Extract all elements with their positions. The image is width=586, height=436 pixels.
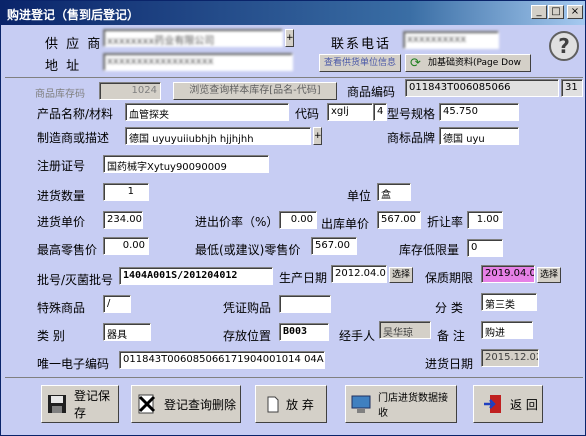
query-delete-button-label: 登记查询删除 <box>164 397 237 412</box>
remark-field[interactable]: 购进 <box>481 321 533 339</box>
stock-code-field: 1024 <box>99 82 161 100</box>
handler-field[interactable]: 吴华琼 <box>379 321 431 339</box>
blank-page-icon <box>266 393 280 415</box>
special-label: 特殊商品 <box>37 301 86 315</box>
maximize-icon[interactable]: □ <box>548 5 564 19</box>
divider <box>5 377 583 378</box>
category-field[interactable]: 第三类 <box>481 293 537 311</box>
divider <box>5 77 583 78</box>
product-name-field[interactable]: 血管探夹 <box>125 103 289 121</box>
expiry-label: 保质期限 <box>425 271 474 285</box>
purchase-date-label: 进货日期 <box>425 357 474 371</box>
supplier-field[interactable]: xxxxxxxx药业有限公司 <box>103 29 283 47</box>
add-basic-data-label: 加基础资料(Page Dow <box>428 58 521 68</box>
help-icon[interactable]: ? <box>549 31 579 61</box>
exit-door-icon <box>482 393 504 415</box>
production-date-field[interactable]: 2012.04.01 <box>331 265 387 283</box>
close-icon[interactable]: × <box>567 5 583 19</box>
brand-field[interactable]: 德国 uyu <box>439 127 519 145</box>
purchase-price-label: 进货单价 <box>37 215 86 229</box>
supplier-dropdown-button[interactable]: + <box>285 29 294 47</box>
markup-field[interactable]: 0.00 <box>279 211 317 229</box>
markup-label: 进出价率（%） <box>195 215 279 229</box>
quantity-field[interactable]: 1 <box>103 183 149 201</box>
view-supplier-button[interactable]: 查看供货单位信息 <box>319 54 401 72</box>
batch-field[interactable]: 1404A001S/201204012 <box>119 267 273 285</box>
brand-label: 商标品牌 <box>387 131 436 145</box>
registration-label: 注册证号 <box>37 159 86 173</box>
address-label: 地 址 <box>45 59 82 74</box>
select-production-date-button[interactable]: 选择 <box>389 267 413 283</box>
store-data-receive-button[interactable]: 门店进货数据接收 <box>345 385 457 423</box>
out-price-label: 出库单价 <box>321 217 370 231</box>
min-stock-field[interactable]: 0 <box>467 239 503 257</box>
kind-label: 类 别 <box>37 329 65 343</box>
kind-field[interactable]: 器具 <box>103 323 151 341</box>
delete-document-icon <box>136 393 158 415</box>
registration-field[interactable]: 国药械字Xytuy90090009 <box>103 155 269 173</box>
product-code-extra-field: 31 <box>561 79 583 97</box>
spec-field[interactable]: 45.750 <box>439 103 519 121</box>
address-field[interactable]: xxxxxxxxxxxxxxxxxx <box>103 53 293 71</box>
product-code-field[interactable]: 011843T006085066 <box>405 79 559 97</box>
code-label: 代码 <box>295 107 320 121</box>
out-price-field[interactable]: 567.00 <box>377 211 421 229</box>
store-data-receive-button-label: 门店进货数据接收 <box>378 393 448 419</box>
unit-label: 单位 <box>347 189 372 203</box>
min-retail-label: 最低(或建议)零售价 <box>195 243 301 257</box>
purchase-registration-window: 购进登记（售到后登记） _ □ × 供 应 商 xxxxxxxx药业有限公司 +… <box>0 0 586 436</box>
floppy-disk-icon <box>46 393 68 415</box>
location-label: 存放位置 <box>223 329 272 343</box>
remark-label: 备 注 <box>437 329 465 343</box>
code-field[interactable]: xglj <box>327 103 373 121</box>
save-button[interactable]: 登记保存 <box>41 385 119 423</box>
udi-field[interactable]: 011843T006085066171904001014 04A <box>119 351 325 369</box>
window-title: 购进登记（售到后登记） <box>7 8 140 22</box>
back-button-label: 返 回 <box>510 397 538 412</box>
minimize-icon[interactable]: _ <box>531 5 547 19</box>
production-date-label: 生产日期 <box>279 271 328 285</box>
maker-dropdown-button[interactable]: + <box>313 127 322 145</box>
special-field[interactable]: / <box>103 295 131 313</box>
discard-button[interactable]: 放 弃 <box>255 385 327 423</box>
supplier-label: 供 应 商 <box>45 37 103 52</box>
discount-label: 折让率 <box>427 215 464 229</box>
expiry-field[interactable]: 2019.04.01 <box>481 265 535 283</box>
refresh-icon: ⟳ <box>410 56 421 71</box>
stock-code-label: 商品库存码 <box>35 89 85 100</box>
max-retail-label: 最高零售价 <box>37 243 98 257</box>
phone-label: 联系电话 <box>331 37 392 52</box>
discount-field[interactable]: 1.00 <box>467 211 503 229</box>
spec-label: 型号规格 <box>387 107 436 121</box>
voucher-label: 凭证购品 <box>223 301 272 315</box>
max-retail-field[interactable]: 0.00 <box>103 237 149 255</box>
discard-button-label: 放 弃 <box>286 397 314 412</box>
title-bar: 购进登记（售到后登记） _ □ × <box>1 1 585 25</box>
maker-label: 制造商或描述 <box>37 131 110 145</box>
back-button[interactable]: 返 回 <box>473 385 543 423</box>
location-field[interactable]: B003 <box>279 323 329 341</box>
category-label: 分 类 <box>435 301 463 315</box>
udi-label: 唯一电子编码 <box>37 357 110 371</box>
product-name-label: 产品名称/材料 <box>37 107 114 121</box>
phone-field[interactable]: xxxxxxxxxx <box>403 31 499 49</box>
query-delete-button[interactable]: 登记查询删除 <box>131 385 241 423</box>
min-stock-label: 库存低限量 <box>399 243 460 257</box>
purchase-date-field: 2015.12.02 <box>481 349 539 367</box>
select-expiry-button[interactable]: 选择 <box>537 267 561 283</box>
maker-field[interactable]: 德国 uyuyuiiubhjh hjjhjhh <box>125 127 311 145</box>
batch-label: 批号/灭菌批号 <box>37 273 114 287</box>
save-button-label: 登记保存 <box>74 389 111 420</box>
min-retail-field[interactable]: 567.00 <box>311 237 357 255</box>
unit-field[interactable]: 盒 <box>377 183 411 201</box>
browse-sample-button[interactable]: 浏览查询样本库存[品名-代码] <box>173 82 337 100</box>
product-code-label: 商品编码 <box>347 85 396 99</box>
computer-network-icon <box>350 393 372 415</box>
purchase-price-field[interactable]: 234.00 <box>103 211 143 229</box>
quantity-label: 进货数量 <box>37 189 86 203</box>
add-basic-data-button[interactable]: ⟳ 加基础资料(Page Dow <box>405 54 531 72</box>
handler-label: 经手人 <box>339 329 376 343</box>
voucher-field[interactable] <box>279 295 331 313</box>
code-number-field: 4 <box>373 103 387 121</box>
